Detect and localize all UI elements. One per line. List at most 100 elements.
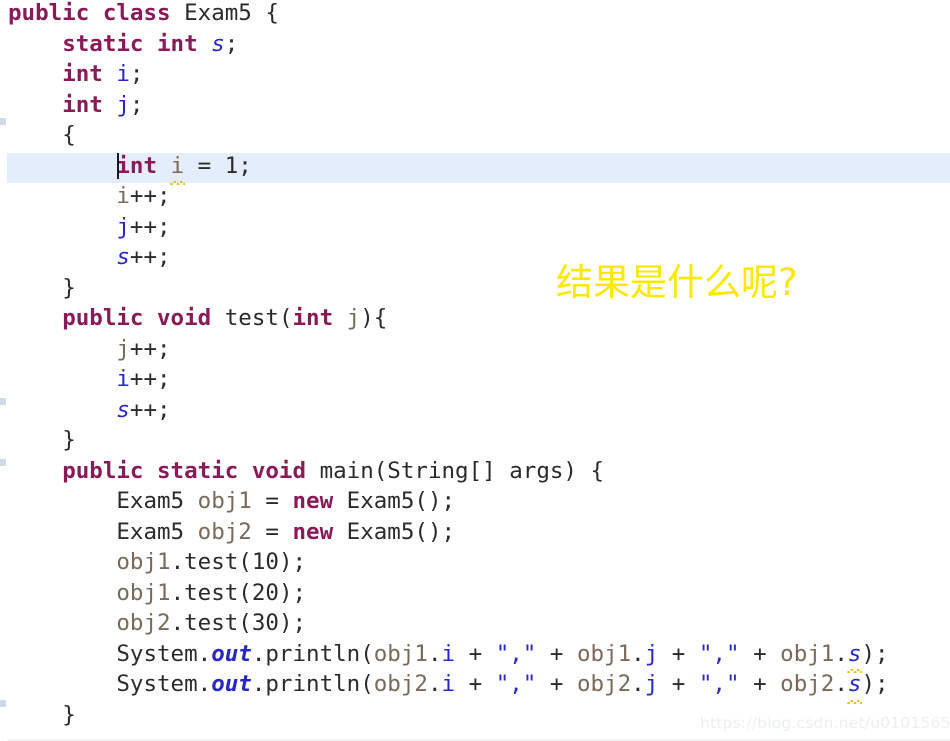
code-token: .	[427, 640, 442, 667]
code-line[interactable]: }	[0, 273, 950, 304]
code-line[interactable]: int i;	[0, 59, 950, 90]
code-line[interactable]: }	[0, 425, 950, 456]
code-token: =	[251, 488, 293, 514]
code-line[interactable]: int i = 1;	[0, 151, 950, 185]
code-token: obj2	[576, 671, 632, 697]
code-token: }	[62, 274, 76, 301]
code-line[interactable]: Exam5 obj1 = new Exam5();	[0, 486, 950, 517]
code-line[interactable]: public void test(int j){	[0, 303, 950, 334]
code-token: {	[62, 122, 76, 148]
code-token: i	[116, 183, 130, 209]
code-token: int	[62, 91, 103, 118]
annotation-question-text: 结果是什么呢?	[556, 261, 798, 304]
collapse-marker-3[interactable]	[0, 459, 6, 466]
code-token: i	[441, 640, 456, 667]
code-token: }	[62, 427, 76, 453]
code-line[interactable]: int j;	[0, 90, 950, 121]
code-token: ++;	[129, 366, 171, 392]
code-token: ;	[238, 152, 252, 179]
code-token: Exam5();	[333, 488, 456, 514]
code-line[interactable]: {	[0, 120, 950, 151]
code-token: j	[116, 91, 130, 118]
code-line[interactable]: obj2.test(30);	[0, 608, 950, 639]
code-token: System.	[116, 640, 212, 667]
code-token: ;	[129, 61, 144, 87]
collapse-marker-4[interactable]	[0, 700, 6, 707]
code-token: Exam5();	[333, 518, 456, 545]
code-token: +	[536, 671, 577, 697]
code-line[interactable]: System.out.println(obj2.i + "," + obj2.j…	[0, 669, 950, 703]
code-token: void	[251, 457, 307, 484]
code-token: static	[62, 30, 144, 57]
code-token: static	[157, 457, 239, 484]
collapse-marker-1[interactable]	[0, 118, 6, 125]
code-line[interactable]: System.out.println(obj1.i + "," + obj1.j…	[0, 639, 950, 673]
code-line[interactable]: j++;	[0, 334, 950, 365]
code-token: Exam5	[116, 488, 198, 514]
code-token: ++;	[129, 244, 171, 270]
code-token: s	[846, 669, 862, 703]
code-token: obj2	[780, 671, 835, 697]
code-token: i	[169, 151, 185, 185]
code-line[interactable]: obj1.test(20);	[0, 578, 950, 609]
code-token: ","	[495, 671, 537, 697]
code-line[interactable]: obj1.test(10);	[0, 547, 950, 578]
editor-gutter[interactable]	[0, 0, 7, 741]
code-line[interactable]: s++;	[0, 242, 950, 273]
code-token: }	[62, 701, 76, 728]
code-token: public	[62, 457, 144, 484]
code-token: );	[861, 640, 889, 667]
code-token: =	[184, 152, 225, 179]
code-editor-view[interactable]: public class Exam5 { static int s; int i…	[0, 0, 950, 741]
code-token: s	[116, 244, 130, 270]
code-token: test	[224, 305, 279, 331]
collapse-marker-2[interactable]	[0, 398, 6, 405]
code-token: obj2	[116, 610, 171, 636]
code-token: obj1	[116, 579, 171, 606]
code-token: +	[536, 640, 577, 667]
code-line[interactable]: public class Exam5 {	[0, 0, 950, 29]
code-token: .test(	[170, 579, 252, 606]
code-token: );	[278, 549, 307, 575]
code-line[interactable]: j++;	[0, 212, 950, 243]
code-token: ;	[224, 30, 239, 57]
code-token: obj1	[197, 488, 252, 514]
code-line[interactable]: Exam5 obj2 = new Exam5();	[0, 517, 950, 548]
code-token: i	[116, 366, 130, 392]
code-token: 30	[251, 610, 279, 636]
code-line[interactable]: public static void main(String[] args) {	[0, 456, 950, 487]
code-line[interactable]: s++;	[0, 395, 950, 426]
code-token: ++;	[129, 183, 171, 209]
code-line[interactable]: i++;	[0, 364, 950, 395]
code-token: out	[211, 640, 252, 667]
code-token: 20	[251, 579, 279, 606]
code-token: ++;	[129, 335, 171, 362]
code-line[interactable]: static int s;	[0, 29, 950, 60]
code-token: j	[116, 335, 130, 362]
code-token: ;	[129, 91, 144, 118]
code-token: );	[278, 579, 307, 606]
code-line[interactable]: i++;	[0, 181, 950, 212]
code-token: obj2	[373, 671, 428, 697]
code-token: =	[251, 518, 293, 545]
code-text-area[interactable]: public class Exam5 { static int s; int i…	[0, 0, 950, 730]
code-token: ","	[698, 671, 740, 697]
